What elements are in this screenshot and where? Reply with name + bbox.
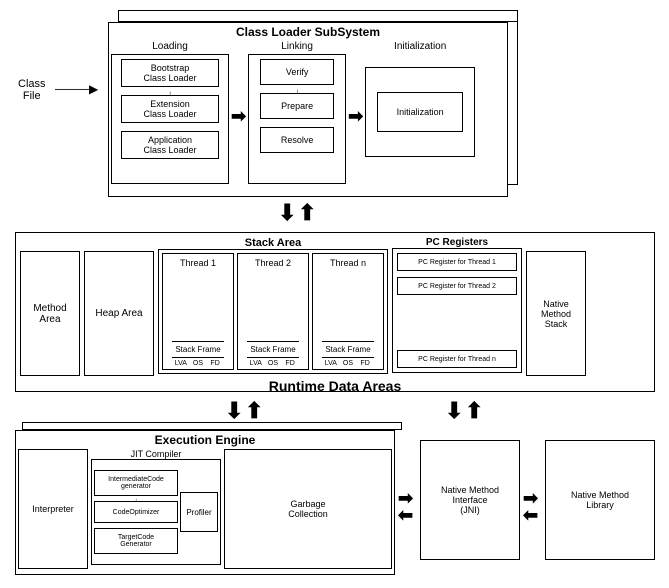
execution-title: Execution Engine [18, 433, 392, 447]
loading-box: Bootstrap Class Loader ↓ Extension Class… [111, 54, 229, 184]
right-arrow-icon: ➡ [231, 106, 246, 127]
init-box: Initialization [377, 92, 463, 132]
application-box: Application Class Loader [121, 131, 218, 159]
resolve-box: Resolve [260, 127, 335, 153]
gc-box: Garbage Collection [224, 449, 392, 569]
execution-box: Execution Engine Interpreter JIT Compile… [15, 430, 395, 575]
native-lib-box: Native Method Library [545, 440, 655, 560]
native-stack-box: Native Method Stack [526, 251, 586, 376]
lva-label: LVA [322, 358, 339, 369]
fd-label: FD [357, 358, 374, 369]
init-outer-box: Initialization [365, 67, 475, 157]
linking-box: Verify ↓ Prepare ↓ Resolve [248, 54, 346, 184]
right-arrow-icon: ────▶ [55, 82, 98, 96]
fd-label: FD [282, 358, 299, 369]
prepare-box: Prepare [260, 93, 335, 119]
interpreter-box: Interpreter [18, 449, 88, 569]
up-arrow-icon: ⬆ [465, 398, 483, 424]
runtime-box: Method Area Heap Area Stack Area Thread … [15, 232, 655, 392]
heap-area-box: Heap Area [84, 251, 154, 376]
bootstrap-box: Bootstrap Class Loader [121, 59, 218, 87]
target-box: TargetCode Generator [94, 528, 178, 554]
thread1-box: Thread 1 Stack Frame LVA OS FD [162, 253, 234, 370]
threadn-box: Thread n Stack Frame LVA OS FD [312, 253, 384, 370]
down-arrow-icon: ⬇ [445, 398, 463, 424]
classloader-box: Class Loader SubSystem Loading Bootstrap… [108, 22, 508, 197]
stack-area-box: Thread 1 Stack Frame LVA OS FD Thread 2 [158, 249, 388, 374]
jni-box: Native Method Interface (JNI) [420, 440, 520, 560]
loading-title: Loading [111, 41, 229, 52]
classloader-3d-top [118, 10, 518, 22]
left-arrow-icon: ⬅ [523, 505, 538, 526]
pc-registers-title: PC Registers [392, 237, 522, 248]
linking-title: Linking [248, 41, 346, 52]
threadn-label: Thread n [326, 254, 370, 272]
os-label: OS [264, 358, 281, 369]
lva-label: LVA [172, 358, 189, 369]
os-label: OS [339, 358, 356, 369]
intermediate-box: IntermediateCode generator [94, 470, 178, 496]
jit-title: JIT Compiler [91, 449, 221, 459]
lva-label: LVA [247, 358, 264, 369]
stack-frame-label: Stack Frame [322, 342, 373, 357]
stack-frame-label: Stack Frame [247, 342, 298, 357]
method-area-box: Method Area [20, 251, 80, 376]
thread2-label: Thread 2 [251, 254, 295, 272]
pc-rn-box: PC Register for Thread n [397, 350, 517, 368]
jit-box: IntermediateCode generator ↓ CodeOptimiz… [91, 459, 221, 565]
verify-box: Verify [260, 59, 335, 85]
profiler-box: Profiler [180, 492, 218, 532]
up-arrow-icon: ⬆ [245, 398, 263, 424]
stack-frame-label: Stack Frame [172, 342, 223, 357]
stack-area-title: Stack Area [158, 237, 388, 249]
os-label: OS [189, 358, 206, 369]
execution-3d-top [22, 422, 402, 430]
init-title: Initialization [365, 41, 475, 52]
fd-label: FD [207, 358, 224, 369]
pc-r1-box: PC Register for Thread 1 [397, 253, 517, 271]
classloader-title: Class Loader SubSystem [111, 25, 505, 39]
right-arrow-icon: ➡ [348, 106, 363, 127]
runtime-title: Runtime Data Areas [15, 378, 655, 394]
thread2-box: Thread 2 Stack Frame LVA OS FD [237, 253, 309, 370]
pc-registers-box: PC Register for Thread 1 PC Register for… [392, 248, 522, 373]
pc-r2-box: PC Register for Thread 2 [397, 277, 517, 295]
class-file-label: Class File [18, 78, 46, 102]
down-arrow-icon: ⬇ [225, 398, 243, 424]
thread1-label: Thread 1 [176, 254, 220, 272]
up-arrow-icon: ⬆ [298, 200, 316, 226]
optimizer-box: CodeOptimizer [94, 501, 178, 523]
down-arrow-icon: ⬇ [278, 200, 296, 226]
left-arrow-icon: ⬅ [398, 505, 413, 526]
extension-box: Extension Class Loader [121, 95, 218, 123]
